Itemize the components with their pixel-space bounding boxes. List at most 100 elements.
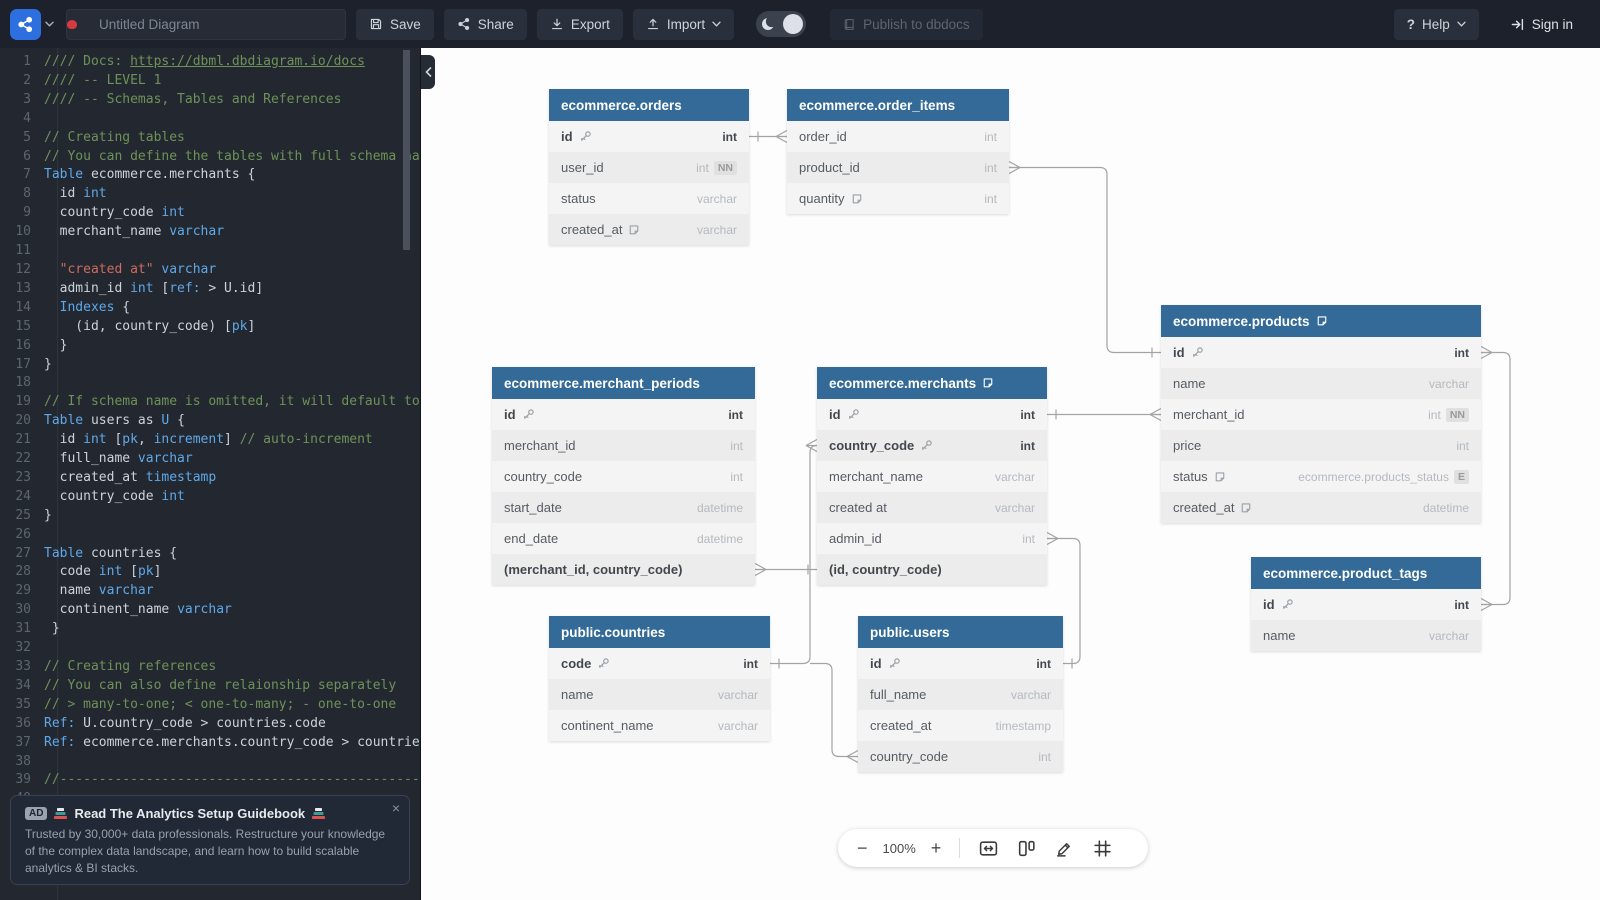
field-row-(merchant_id, country_code)[interactable]: (merchant_id, country_code) [492,554,755,585]
auto-arrange-button[interactable] [1014,836,1039,861]
field-row-(id, country_code)[interactable]: (id, country_code) [817,554,1047,585]
table-header[interactable]: public.countries [549,616,770,648]
diagram-title-input[interactable] [66,9,346,40]
table-header[interactable]: ecommerce.product_tags [1251,557,1481,589]
field-row-order_id[interactable]: order_idint [787,121,1009,152]
diagram-table-ecommerce.orders[interactable]: ecommerce.ordersidintuser_idintNNstatusv… [549,89,749,245]
publish-dbdocs-button[interactable]: Publish to dbdocs [830,9,983,40]
table-header[interactable]: ecommerce.orders [549,89,749,121]
code-line[interactable]: 18 [0,374,420,393]
table-header[interactable]: ecommerce.products [1161,305,1481,337]
field-row-merchant_id[interactable]: merchant_idintNN [1161,399,1481,430]
field-row-status[interactable]: statusvarchar [549,183,749,214]
field-row-continent_name[interactable]: continent_namevarchar [549,710,770,741]
code-line[interactable]: 12 "created at" varchar [0,261,420,280]
diagram-table-public.users[interactable]: public.usersidintfull_namevarcharcreated… [858,616,1063,772]
table-header[interactable]: public.users [858,616,1063,648]
code-line[interactable]: 29 name varchar [0,582,420,601]
field-row-id[interactable]: idint [858,648,1063,679]
zoom-out-button[interactable]: − [855,836,870,861]
code-line[interactable]: 22 full_name varchar [0,450,420,469]
code-line[interactable]: 9 country_code int [0,204,420,223]
code-line[interactable]: 10 merchant_name varchar [0,223,420,242]
zoom-in-button[interactable]: + [929,836,944,861]
table-header[interactable]: ecommerce.merchants [817,367,1047,399]
code-line[interactable]: 36Ref: U.country_code > countries.code [0,715,420,734]
dbml-code-editor[interactable]: 1//// Docs: https://dbml.dbdiagram.io/do… [0,48,421,900]
frames-button[interactable] [1090,836,1115,861]
code-line[interactable]: 23 created_at timestamp [0,469,420,488]
field-row-code[interactable]: codeint [549,648,770,679]
save-button[interactable]: Save [356,9,434,40]
sign-in-button[interactable]: Sign in [1497,9,1586,40]
code-line[interactable]: 16 } [0,337,420,356]
field-row-id[interactable]: idint [1161,337,1481,368]
code-line[interactable]: 31 } [0,620,420,639]
fit-to-screen-button[interactable] [976,836,1001,861]
field-row-product_id[interactable]: product_idint [787,152,1009,183]
highlighter-button[interactable] [1052,836,1077,861]
code-line[interactable]: 21 id int [pk, increment] // auto-increm… [0,431,420,450]
code-line[interactable]: 30 continent_name varchar [0,601,420,620]
field-row-full_name[interactable]: full_namevarchar [858,679,1063,710]
code-line[interactable]: 19// If schema name is omitted, it will … [0,393,420,412]
field-row-name[interactable]: namevarchar [1161,368,1481,399]
editor-scrollbar[interactable] [403,50,410,250]
code-line[interactable]: 24 country_code int [0,488,420,507]
field-row-price[interactable]: priceint [1161,430,1481,461]
field-row-created at[interactable]: created atvarchar [817,492,1047,523]
field-row-created_at[interactable]: created_attimestamp [858,710,1063,741]
code-line[interactable]: 15 (id, country_code) [pk] [0,318,420,337]
export-button[interactable]: Export [537,9,623,40]
table-header[interactable]: ecommerce.order_items [787,89,1009,121]
table-header[interactable]: ecommerce.merchant_periods [492,367,755,399]
field-row-created_at[interactable]: created_atvarchar [549,214,749,245]
code-line[interactable]: 4 [0,110,420,129]
field-row-status[interactable]: statusecommerce.products_statusE [1161,461,1481,492]
field-row-admin_id[interactable]: admin_idint [817,523,1047,554]
diagram-table-ecommerce.merchants[interactable]: ecommerce.merchantsidintcountry_codeintm… [817,367,1047,585]
code-line[interactable]: 2//// -- LEVEL 1 [0,72,420,91]
code-line[interactable]: 13 admin_id int [ref: > U.id] [0,280,420,299]
code-line[interactable]: 17} [0,356,420,375]
code-line[interactable]: 34// You can also define relaionship sep… [0,677,420,696]
field-row-country_code[interactable]: country_codeint [817,430,1047,461]
code-line[interactable]: 5// Creating tables [0,129,420,148]
code-line[interactable]: 37Ref: ecommerce.merchants.country_code … [0,734,420,753]
diagram-table-ecommerce.product_tags[interactable]: ecommerce.product_tagsidintnamevarchar [1251,557,1481,651]
import-button[interactable]: Import [633,9,734,40]
logo-dropdown-caret[interactable] [45,21,54,27]
help-button[interactable]: ? Help [1394,9,1479,40]
code-line[interactable]: 20Table users as U { [0,412,420,431]
diagram-table-ecommerce.merchant_periods[interactable]: ecommerce.merchant_periodsidintmerchant_… [492,367,755,585]
code-line[interactable]: 1//// Docs: https://dbml.dbdiagram.io/do… [0,53,420,72]
field-row-id[interactable]: idint [492,399,755,430]
ad-close-button[interactable]: × [392,800,400,816]
field-row-name[interactable]: namevarchar [549,679,770,710]
code-line[interactable]: 32 [0,639,420,658]
field-row-id[interactable]: idint [817,399,1047,430]
field-row-country_code[interactable]: country_codeint [492,461,755,492]
field-row-end_date[interactable]: end_datedatetime [492,523,755,554]
code-line[interactable]: 35// > many-to-one; < one-to-many; - one… [0,696,420,715]
share-button[interactable]: Share [444,9,527,40]
code-lines[interactable]: 1//// Docs: https://dbml.dbdiagram.io/do… [0,53,420,809]
code-line[interactable]: 26 [0,526,420,545]
code-line[interactable]: 28 code int [pk] [0,563,420,582]
field-row-id[interactable]: idint [1251,589,1481,620]
app-logo[interactable] [10,9,41,40]
dark-mode-toggle[interactable] [756,11,806,37]
field-row-name[interactable]: namevarchar [1251,620,1481,651]
field-row-merchant_name[interactable]: merchant_namevarchar [817,461,1047,492]
code-line[interactable]: 38 [0,753,420,772]
field-row-created_at[interactable]: created_atdatetime [1161,492,1481,523]
field-row-start_date[interactable]: start_datedatetime [492,492,755,523]
code-line[interactable]: 11 [0,242,420,261]
field-row-merchant_id[interactable]: merchant_idint [492,430,755,461]
collapse-editor-button[interactable] [421,55,435,89]
code-line[interactable]: 33// Creating references [0,658,420,677]
field-row-country_code[interactable]: country_codeint [858,741,1063,772]
diagram-table-ecommerce.products[interactable]: ecommerce.productsidintnamevarcharmercha… [1161,305,1481,523]
diagram-table-ecommerce.order_items[interactable]: ecommerce.order_itemsorder_idintproduct_… [787,89,1009,214]
code-line[interactable]: 8 id int [0,185,420,204]
